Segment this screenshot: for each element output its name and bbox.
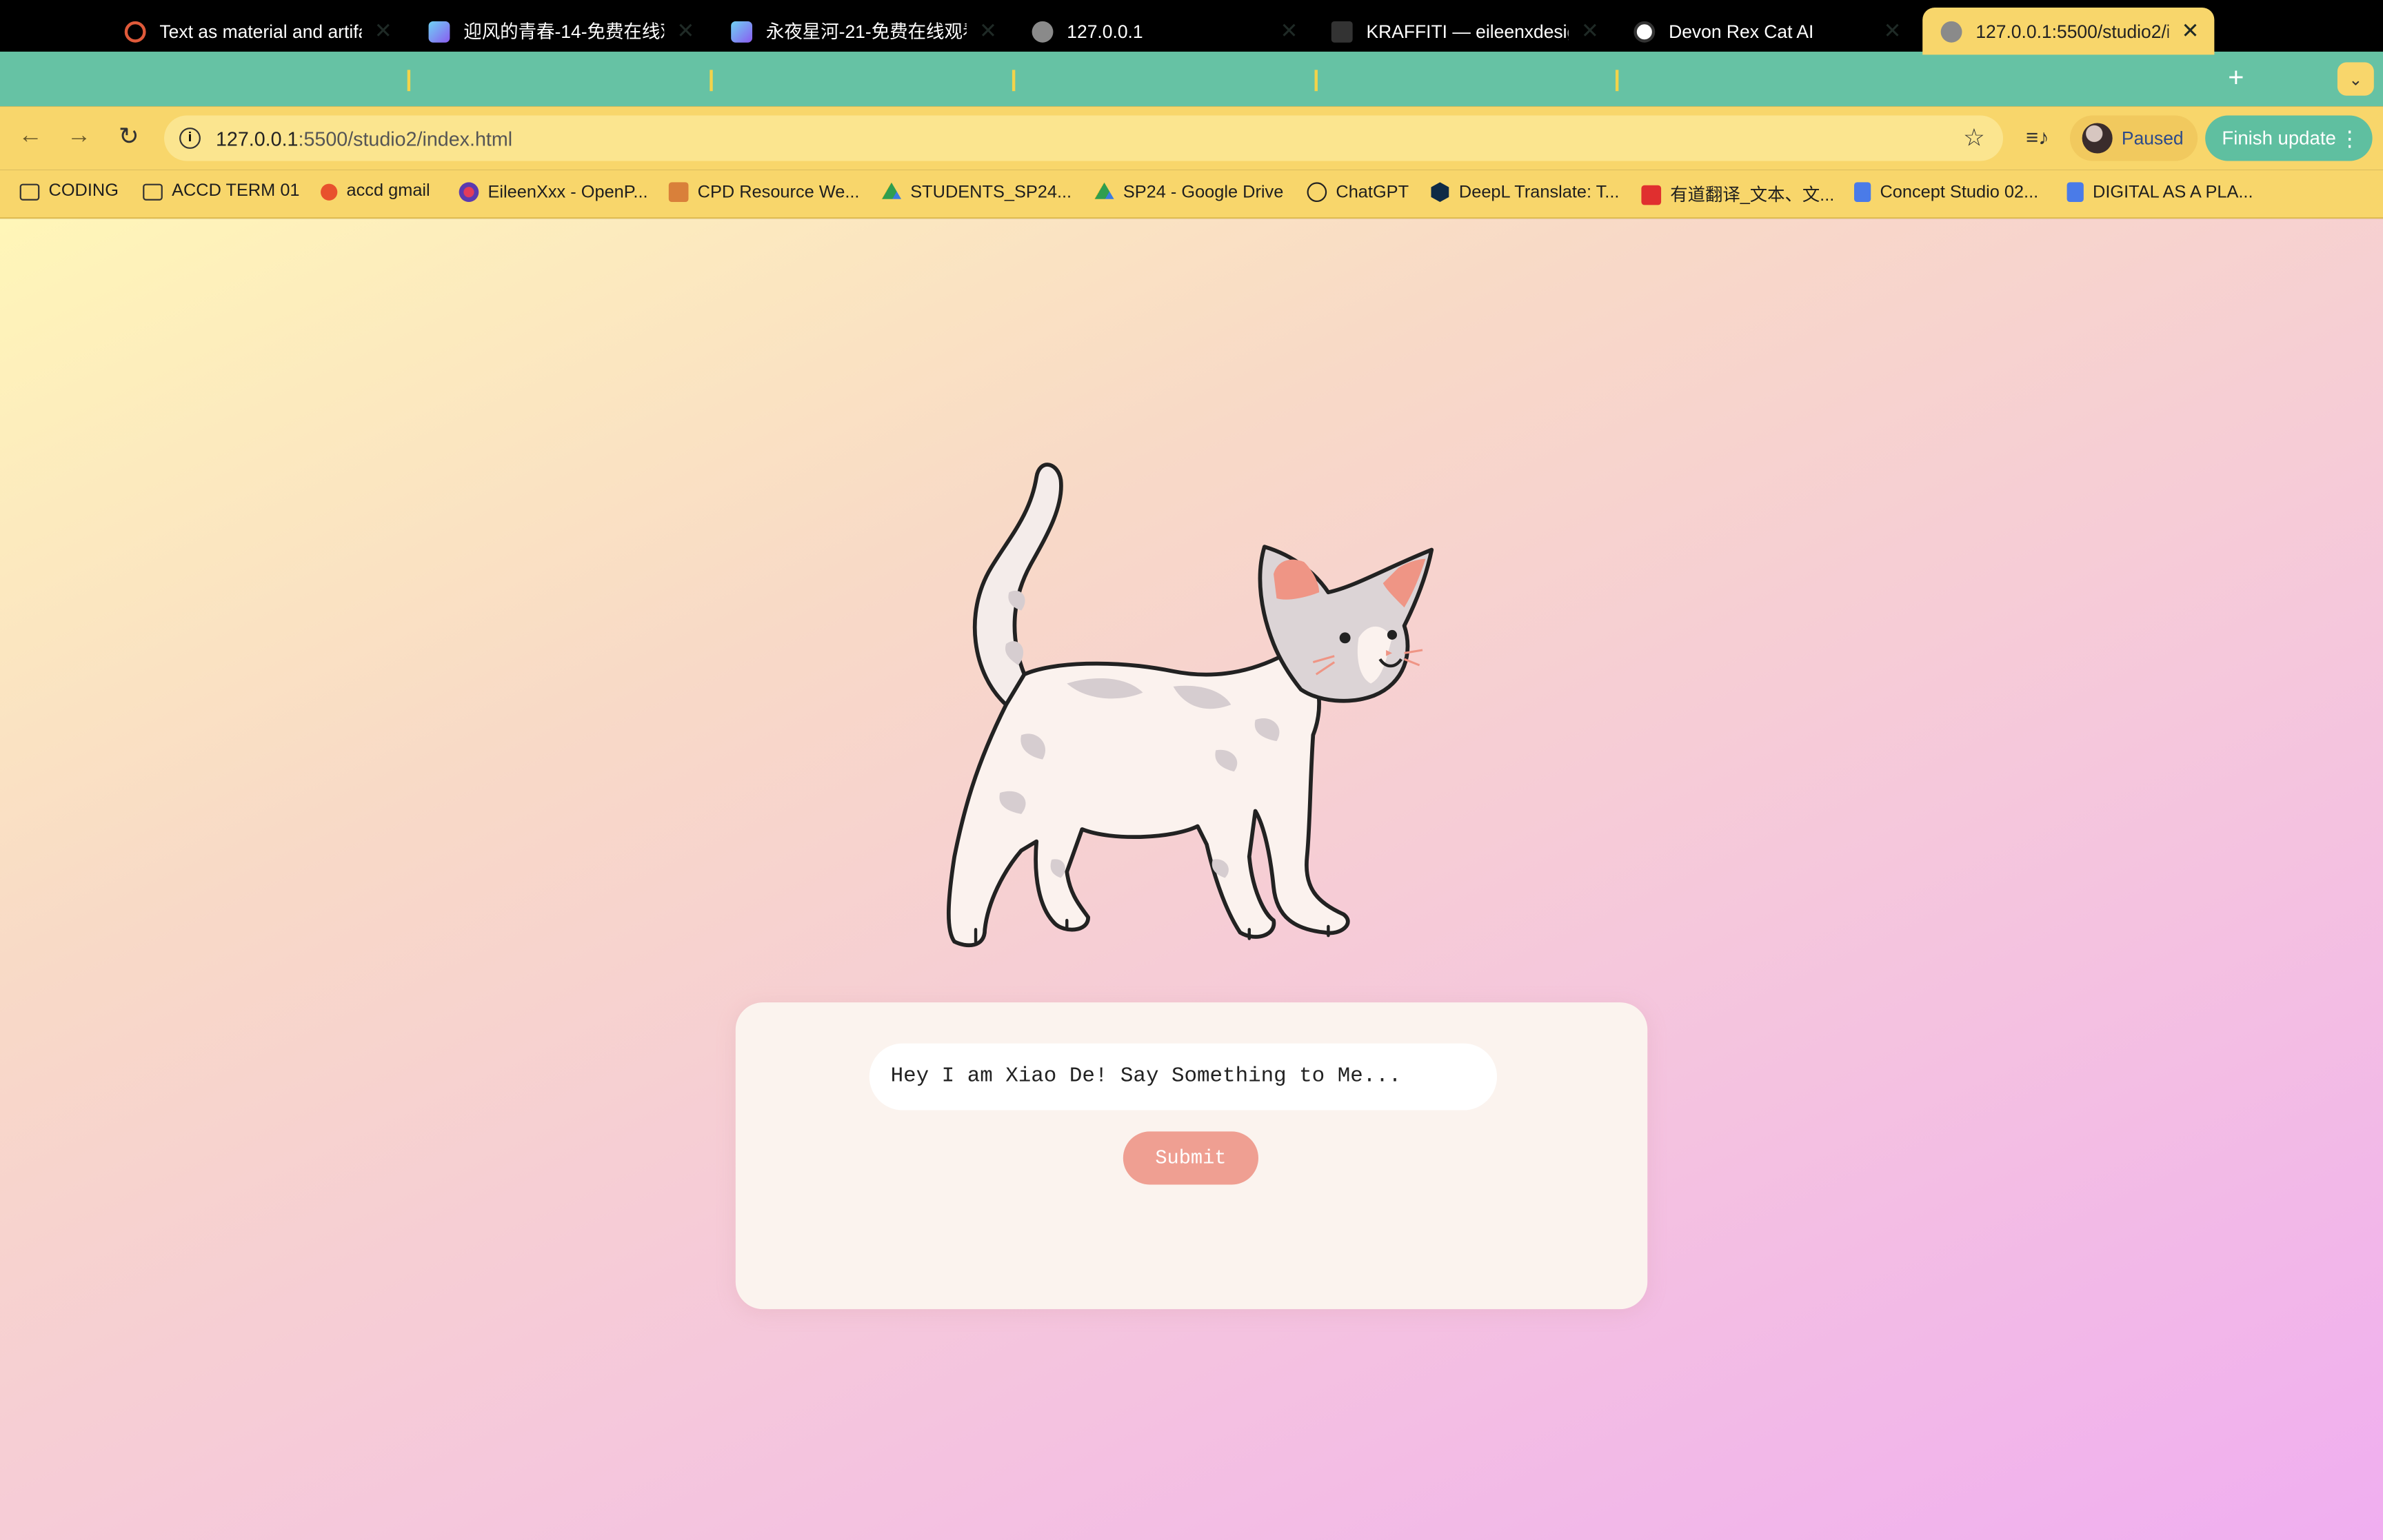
drive-icon	[881, 182, 902, 199]
folder-icon	[143, 183, 163, 200]
close-icon[interactable]: ✕	[1280, 18, 1298, 43]
chatgpt-icon	[1307, 182, 1327, 203]
url-host: 127.0.0.1	[215, 126, 299, 150]
tab-text-as-material[interactable]: Text as material and artifa ✕	[106, 8, 407, 54]
bookmark-openprocessing[interactable]: EileenXxx - OpenP...	[459, 182, 648, 203]
finish-update-label: Finish update	[2222, 128, 2336, 149]
bookmark-deepl[interactable]: DeepL Translate: T...	[1430, 182, 1620, 203]
finish-update-button[interactable]: Finish update ⋮	[2205, 115, 2373, 161]
bookmark-label: STUDENTS_SP24...	[910, 183, 1072, 201]
bookmark-star-icon[interactable]: ☆	[1963, 123, 1985, 153]
docs-icon	[2067, 182, 2084, 203]
bookmark-accd-term-01[interactable]: ACCD TERM 01	[143, 182, 300, 201]
tab-kraffiti[interactable]: KRAFFITI — eileenxdesign ✕	[1313, 8, 1613, 54]
tab-search-button[interactable]: ⌄	[2337, 62, 2374, 96]
bookmark-label: SP24 - Google Drive	[1123, 183, 1284, 201]
bookmark-label: ACCD TERM 01	[172, 182, 300, 201]
close-icon[interactable]: ✕	[979, 18, 997, 43]
folder-icon	[19, 183, 40, 200]
address-bar[interactable]: i 127.0.0.1:5500/studio2/index.html ☆	[164, 115, 2004, 161]
tab-devon-rex-cat-ai[interactable]: Devon Rex Cat AI ✕	[1616, 8, 1916, 54]
close-icon[interactable]: ✕	[1581, 18, 1599, 43]
more-vert-icon[interactable]: ⋮	[2339, 125, 2360, 151]
bookmark-label: CPD Resource We...	[697, 183, 860, 201]
bookmark-label: DeepL Translate: T...	[1458, 183, 1620, 201]
bookmark-chatgpt[interactable]: ChatGPT	[1307, 182, 1409, 203]
docs-icon	[1854, 182, 1871, 203]
profile-status: Paused	[2121, 128, 2184, 149]
profile-button[interactable]: Paused	[2069, 115, 2198, 161]
close-icon[interactable]: ✕	[2181, 18, 2199, 43]
bookmark-label: DIGITAL AS A PLA...	[2093, 183, 2253, 201]
deepl-icon	[1431, 182, 1449, 203]
globe-icon	[1032, 20, 1054, 42]
chatgpt-icon	[1633, 20, 1656, 42]
cube-icon	[1331, 20, 1353, 42]
drive-icon	[1094, 182, 1114, 199]
tab-separator	[710, 70, 713, 92]
tab-label: 迎风的青春-14-免费在线观	[463, 21, 665, 43]
close-icon[interactable]: ✕	[676, 18, 694, 43]
tab-favicon-icon	[428, 20, 450, 42]
submit-button[interactable]: Submit	[1123, 1131, 1258, 1185]
bookmark-label: Concept Studio 02...	[1880, 183, 2039, 201]
tab-label: Text as material and artifa	[159, 20, 363, 42]
reload-icon[interactable]: ↻	[119, 121, 139, 152]
bookmark-digital-as-a-pla[interactable]: DIGITAL AS A PLA...	[2067, 182, 2253, 203]
bookmark-students-sp24[interactable]: STUDENTS_SP24...	[881, 182, 1072, 202]
back-arrow-icon[interactable]: ←	[18, 123, 42, 150]
chevron-down-icon: ⌄	[2349, 70, 2363, 89]
bookmark-label: accd gmail	[346, 182, 430, 201]
tab-yingfeng[interactable]: 迎风的青春-14-免费在线观 ✕	[410, 8, 710, 54]
chat-card: Submit	[735, 1002, 1648, 1310]
tab-localhost[interactable]: 127.0.0.1 ✕	[1014, 8, 1313, 54]
tab-yongye[interactable]: 永夜星河-21-免费在线观看 ✕	[713, 8, 1012, 54]
bookmark-coding[interactable]: CODING	[19, 182, 119, 201]
bookmark-sp24-google-drive[interactable]: SP24 - Google Drive	[1094, 182, 1283, 202]
page-viewport: Submit	[0, 219, 2383, 1540]
close-icon[interactable]: ✕	[1883, 18, 1901, 43]
tab-label: 127.0.0.1:5500/studio2/in	[1975, 20, 2169, 42]
avatar	[2082, 123, 2113, 154]
openprocessing-icon	[459, 182, 479, 203]
tab-separator	[1012, 70, 1016, 92]
bookmark-cpd-resource[interactable]: CPD Resource We...	[668, 182, 860, 203]
tab-label: 127.0.0.1	[1067, 20, 1143, 42]
tab-favicon-icon	[124, 20, 146, 42]
tab-studio2-active[interactable]: 127.0.0.1:5500/studio2/in ✕	[1922, 8, 2215, 55]
forward-arrow-icon[interactable]: →	[67, 123, 91, 150]
dot-icon	[321, 183, 338, 200]
bookmark-label: CODING	[48, 182, 119, 201]
devon-rex-cat-illustration	[930, 447, 1454, 955]
youdao-icon	[1641, 184, 1662, 205]
media-controls-icon[interactable]: ≡♪	[2026, 125, 2049, 149]
cpd-icon	[668, 182, 689, 203]
tab-strip	[0, 51, 2383, 107]
url-path: :5500/studio2/index.html	[298, 126, 513, 150]
new-tab-button[interactable]: +	[2228, 62, 2244, 94]
bookmark-youdao[interactable]: 有道翻译_文本、文...	[1641, 182, 1834, 206]
bookmark-label: 有道翻译_文本、文...	[1670, 186, 1835, 205]
tab-label: Devon Rex Cat AI	[1669, 20, 1814, 42]
close-icon[interactable]: ✕	[374, 18, 392, 43]
globe-icon	[1940, 20, 1962, 42]
tab-separator	[1615, 70, 1619, 92]
bookmark-label: ChatGPT	[1336, 183, 1409, 201]
tab-separator	[407, 70, 411, 92]
cat-icon	[947, 463, 1434, 948]
tab-label: KRAFFITI — eileenxdesign	[1366, 20, 1569, 42]
bookmark-accd-gmail[interactable]: accd gmail	[321, 182, 430, 201]
bookmark-concept-studio[interactable]: Concept Studio 02...	[1854, 182, 2039, 203]
site-info-icon[interactable]: i	[179, 128, 201, 149]
bookmark-label: EileenXxx - OpenP...	[487, 183, 648, 201]
tab-label: 永夜星河-21-免费在线观看	[765, 21, 967, 43]
tab-separator	[1314, 70, 1318, 92]
tab-favicon-icon	[731, 20, 753, 42]
chat-input[interactable]	[869, 1043, 1498, 1111]
